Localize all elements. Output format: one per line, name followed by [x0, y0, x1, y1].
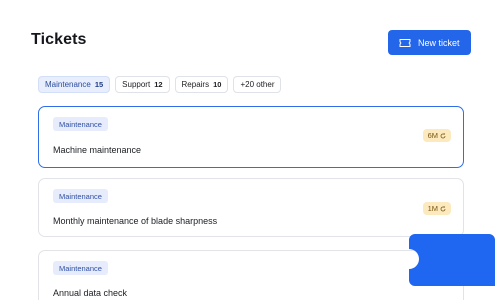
- chip-label: Repairs: [181, 80, 210, 89]
- ticket-tag: Maintenance: [53, 261, 108, 275]
- ticket-tag: Maintenance: [53, 189, 108, 203]
- new-ticket-button[interactable]: New ticket: [388, 30, 471, 55]
- ticket-card-blade-sharpness[interactable]: Maintenance Monthly maintenance of blade…: [38, 178, 464, 237]
- ticket-card-machine-maintenance[interactable]: Maintenance Machine maintenance 6M: [38, 106, 464, 168]
- filter-chip-repairs[interactable]: Repairs 10: [174, 76, 229, 93]
- ticket-badge: 1M: [422, 202, 451, 215]
- new-ticket-label: New ticket: [418, 37, 460, 48]
- chip-label: Support: [122, 80, 151, 89]
- filter-chip-more[interactable]: +20 other: [233, 76, 282, 93]
- chip-count: 10: [213, 80, 222, 89]
- refresh-icon: [440, 205, 446, 212]
- filter-chips: Maintenance 15 Support 12 Repairs 10 +20…: [38, 76, 282, 93]
- ticket-title: Annual data check: [53, 288, 128, 298]
- badge-label: 6M: [427, 131, 438, 140]
- ticket-title: Machine maintenance: [53, 145, 142, 155]
- chip-count: 12: [154, 80, 163, 89]
- ticket-icon: [399, 38, 411, 48]
- ticket-card-annual-data-check[interactable]: Maintenance Annual data check: [38, 250, 464, 300]
- page-title: Tickets: [31, 31, 87, 48]
- filter-chip-support[interactable]: Support 12: [115, 76, 170, 93]
- chip-label: Maintenance: [45, 80, 91, 89]
- chip-label: +20 other: [240, 80, 275, 89]
- chip-count: 15: [94, 80, 104, 89]
- ticket-badge: 6M: [422, 129, 451, 142]
- ticket-title: Monthly maintenance of blade sharpness: [53, 216, 218, 226]
- badge-label: 1M: [427, 204, 438, 213]
- ticket-illustration-icon: [409, 234, 495, 286]
- ticket-tag: Maintenance: [53, 117, 108, 131]
- filter-chip-maintenance[interactable]: Maintenance 15: [38, 76, 111, 93]
- refresh-icon: [440, 132, 446, 139]
